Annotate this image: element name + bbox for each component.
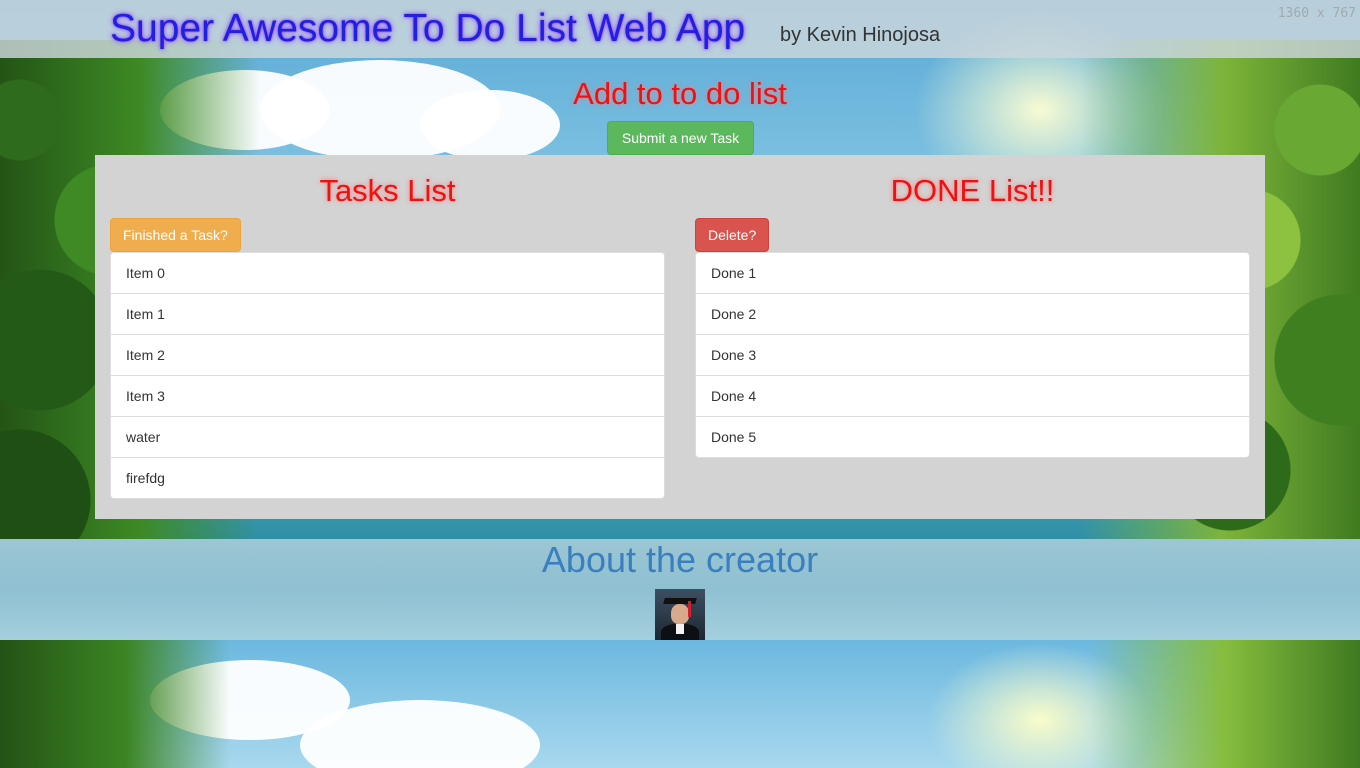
delete-button[interactable]: Delete? bbox=[695, 218, 770, 252]
done-item[interactable]: Done 3 bbox=[696, 335, 1249, 376]
done-list: Done 1 Done 2 Done 3 Done 4 Done 5 bbox=[695, 252, 1250, 458]
done-item[interactable]: Done 5 bbox=[696, 417, 1249, 457]
task-item[interactable]: water bbox=[111, 417, 664, 458]
finish-task-button[interactable]: Finished a Task? bbox=[110, 218, 241, 252]
about-title: About the creator bbox=[541, 539, 819, 580]
foliage-bottom-right bbox=[1090, 640, 1360, 768]
about-section: About the creator bbox=[0, 539, 1360, 640]
app-author: by Kevin Hinojosa bbox=[780, 24, 941, 46]
task-item[interactable]: firefdg bbox=[111, 458, 664, 498]
done-list-title: DONE List!! bbox=[890, 173, 1055, 208]
done-item[interactable]: Done 2 bbox=[696, 294, 1249, 335]
tasks-list-title: Tasks List bbox=[319, 173, 456, 208]
task-item[interactable]: Item 1 bbox=[111, 294, 664, 335]
done-item[interactable]: Done 4 bbox=[696, 376, 1249, 417]
tasks-list: Item 0 Item 1 Item 2 Item 3 water firefd… bbox=[110, 252, 665, 499]
creator-avatar bbox=[655, 589, 705, 640]
add-section-title: Add to to do list bbox=[573, 76, 787, 111]
lists-panel: Tasks List Finished a Task? Item 0 Item … bbox=[95, 155, 1265, 519]
submit-task-button[interactable]: Submit a new Task bbox=[607, 121, 754, 155]
task-item[interactable]: Item 3 bbox=[111, 376, 664, 417]
resolution-label: 1360 x 767 bbox=[1277, 6, 1356, 21]
header-bar: Super Awesome To Do List Web App by Kevi… bbox=[0, 0, 1360, 58]
task-item[interactable]: Item 0 bbox=[111, 253, 664, 294]
task-item[interactable]: Item 2 bbox=[111, 335, 664, 376]
done-item[interactable]: Done 1 bbox=[696, 253, 1249, 294]
foliage-bottom-left bbox=[0, 640, 230, 768]
app-title: Super Awesome To Do List Web App bbox=[110, 7, 746, 50]
